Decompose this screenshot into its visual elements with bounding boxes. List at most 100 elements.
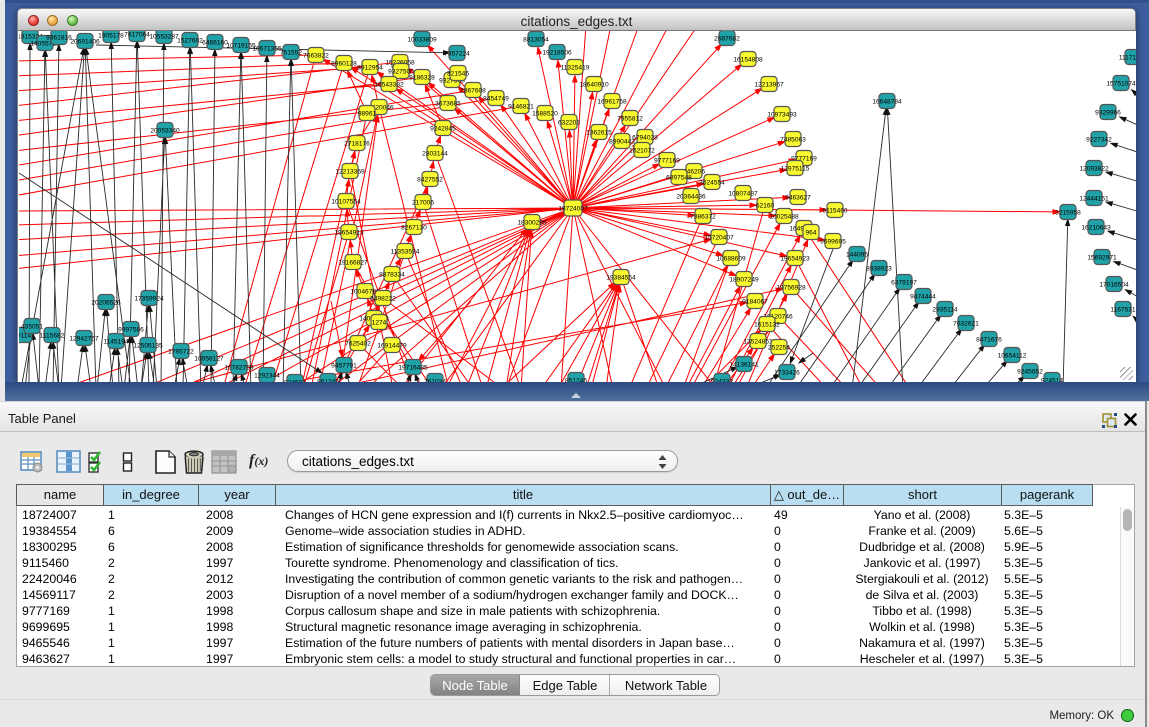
svg-text:1292344: 1292344 bbox=[254, 372, 280, 379]
svg-text:1145194: 1145194 bbox=[103, 338, 129, 345]
svg-text:12093822: 12093822 bbox=[1079, 165, 1109, 172]
svg-text:17359924: 17359924 bbox=[134, 295, 164, 302]
svg-text:9463627: 9463627 bbox=[785, 194, 811, 201]
svg-text:16671355: 16671355 bbox=[252, 45, 282, 52]
svg-text:2687682: 2687682 bbox=[714, 35, 740, 42]
svg-text:964: 964 bbox=[805, 229, 816, 236]
svg-text:1621072: 1621072 bbox=[629, 147, 655, 154]
svg-text:7663822: 7663822 bbox=[303, 52, 329, 59]
svg-text:16543382: 16543382 bbox=[374, 81, 404, 88]
svg-text:10033809: 10033809 bbox=[407, 36, 437, 43]
svg-text:9457791: 9457791 bbox=[331, 362, 357, 369]
svg-text:19384554: 19384554 bbox=[606, 274, 636, 281]
svg-text:321546: 321546 bbox=[447, 70, 469, 77]
svg-text:18640910: 18640910 bbox=[579, 81, 609, 88]
svg-text:751552: 751552 bbox=[280, 49, 302, 56]
svg-text:16914479: 16914479 bbox=[377, 342, 407, 349]
svg-text:18907249: 18907249 bbox=[729, 276, 759, 283]
svg-text:18300295: 18300295 bbox=[517, 219, 547, 226]
svg-text:8813054: 8813054 bbox=[523, 36, 549, 43]
svg-text:9184067: 9184067 bbox=[742, 298, 768, 305]
svg-text:19756928: 19756928 bbox=[776, 284, 806, 291]
svg-text:3498222: 3498222 bbox=[370, 295, 396, 302]
svg-text:3215958: 3215958 bbox=[1055, 209, 1081, 216]
svg-text:62160: 62160 bbox=[756, 202, 775, 209]
svg-text:2867608: 2867608 bbox=[460, 87, 486, 94]
svg-text:10958127: 10958127 bbox=[194, 355, 224, 362]
svg-text:9227342: 9227342 bbox=[1086, 136, 1112, 143]
svg-text:7632621: 7632621 bbox=[953, 320, 979, 327]
svg-text:98961: 98961 bbox=[358, 110, 377, 117]
svg-text:20053340: 20053340 bbox=[150, 127, 180, 134]
svg-text:11171952: 11171952 bbox=[1119, 54, 1136, 61]
svg-text:8938923: 8938923 bbox=[866, 265, 892, 272]
svg-text:20206526: 20206526 bbox=[91, 299, 121, 306]
svg-text:144095: 144095 bbox=[846, 251, 868, 258]
svg-text:9245652: 9245652 bbox=[1017, 368, 1043, 375]
svg-text:10688609: 10688609 bbox=[716, 255, 746, 262]
svg-text:19166827: 19166827 bbox=[338, 259, 368, 266]
svg-text:16154808: 16154808 bbox=[733, 56, 763, 63]
svg-text:1527602: 1527602 bbox=[177, 37, 203, 44]
svg-text:11325419: 11325419 bbox=[561, 64, 590, 71]
svg-text:15720407: 15720407 bbox=[704, 234, 734, 241]
svg-text:1115682: 1115682 bbox=[40, 332, 65, 339]
svg-text:7625402: 7625402 bbox=[345, 340, 371, 347]
svg-text:10807487: 10807487 bbox=[728, 190, 758, 197]
svg-text:12444151: 12444151 bbox=[1079, 195, 1109, 202]
svg-text:6466160: 6466160 bbox=[202, 39, 228, 46]
svg-text:9777169: 9777169 bbox=[654, 157, 680, 164]
svg-text:9361816: 9361816 bbox=[46, 34, 72, 41]
svg-text:19716485: 19716485 bbox=[398, 364, 428, 371]
svg-text:19654923: 19654923 bbox=[780, 255, 810, 262]
svg-text:1362615: 1362615 bbox=[586, 129, 612, 136]
svg-text:12213369: 12213369 bbox=[335, 168, 365, 175]
svg-text:435051: 435051 bbox=[21, 323, 43, 330]
svg-text:8912954: 8912954 bbox=[357, 64, 383, 71]
svg-text:10553287: 10553287 bbox=[149, 33, 179, 40]
svg-text:11353594: 11353594 bbox=[391, 248, 420, 255]
svg-text:10654112: 10654112 bbox=[998, 352, 1027, 359]
svg-text:1615132: 1615132 bbox=[754, 321, 780, 328]
svg-text:8267130: 8267130 bbox=[401, 224, 427, 231]
svg-text:9115460: 9115460 bbox=[822, 207, 848, 214]
svg-text:10107554: 10107554 bbox=[331, 198, 361, 205]
svg-text:14136141: 14136141 bbox=[729, 361, 759, 368]
svg-text:2935114: 2935114 bbox=[932, 306, 958, 313]
svg-text:16648784: 16648784 bbox=[872, 98, 902, 105]
svg-text:1274: 1274 bbox=[372, 319, 387, 326]
svg-text:20691406: 20691406 bbox=[70, 38, 100, 45]
svg-text:1167531: 1167531 bbox=[1110, 306, 1136, 313]
svg-text:19218506: 19218506 bbox=[542, 49, 572, 56]
svg-text:1588520: 1588520 bbox=[532, 110, 558, 117]
svg-text:632203: 632203 bbox=[558, 119, 580, 126]
svg-text:19654913: 19654913 bbox=[334, 229, 364, 236]
svg-text:8454749: 8454749 bbox=[483, 95, 509, 102]
svg-text:217006: 217006 bbox=[412, 199, 434, 206]
svg-text:8471676: 8471676 bbox=[976, 336, 1002, 343]
svg-text:16961758: 16961758 bbox=[597, 98, 627, 105]
svg-text:16782759: 16782759 bbox=[224, 364, 254, 371]
svg-text:9699695: 9699695 bbox=[820, 238, 846, 245]
svg-text:252254: 252254 bbox=[768, 344, 790, 351]
svg-text:18724007: 18724007 bbox=[558, 205, 588, 212]
svg-text:3673685: 3673685 bbox=[435, 100, 461, 107]
svg-text:16210643: 16210643 bbox=[1081, 224, 1111, 231]
svg-text:3624554: 3624554 bbox=[699, 179, 725, 186]
svg-text:12975115: 12975115 bbox=[781, 165, 810, 172]
svg-text:6379197: 6379197 bbox=[891, 279, 917, 286]
svg-text:9997586: 9997586 bbox=[118, 326, 144, 333]
svg-text:15692971: 15692971 bbox=[1087, 254, 1117, 261]
svg-text:15751074: 15751074 bbox=[1106, 80, 1136, 87]
svg-text:7617064: 7617064 bbox=[124, 31, 150, 38]
svg-text:20364436: 20364436 bbox=[676, 193, 706, 200]
svg-text:12213967: 12213967 bbox=[754, 81, 784, 88]
svg-text:2803144: 2803144 bbox=[422, 150, 448, 157]
svg-text:8186328: 8186328 bbox=[409, 74, 435, 81]
svg-text:8427552: 8427552 bbox=[417, 176, 443, 183]
svg-text:6794028: 6794028 bbox=[632, 134, 658, 141]
svg-text:9474444: 9474444 bbox=[910, 293, 936, 300]
svg-text:7485063: 7485063 bbox=[780, 136, 806, 143]
svg-text:8878334: 8878334 bbox=[379, 271, 405, 278]
svg-text:10025488: 10025488 bbox=[769, 213, 799, 220]
